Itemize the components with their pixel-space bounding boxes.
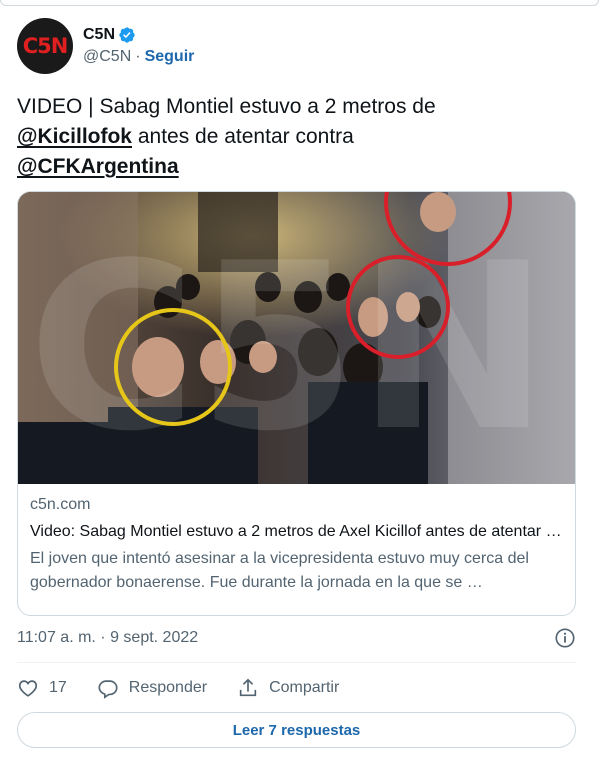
- card-title: Video: Sabag Montiel estuvo a 2 metros d…: [30, 523, 563, 540]
- reply-bubble-icon: [98, 680, 118, 699]
- mention-cfkargentina[interactable]: @CFKArgentina: [17, 155, 179, 178]
- separator-dot: ·: [135, 48, 141, 65]
- action-bar: 17 Responder Compartir: [17, 674, 369, 702]
- reply-label: Responder: [128, 679, 208, 696]
- tweet-text: VIDEO | Sabag Montiel estuvo a 2 metros …: [17, 92, 587, 182]
- share-label: Compartir: [269, 679, 340, 696]
- card-info: c5n.com Video: Sabag Montiel estuvo a 2 …: [18, 484, 575, 607]
- like-count: 17: [49, 679, 67, 696]
- display-name-row: C5N: [83, 26, 194, 44]
- timestamp-row: 11:07 a. m. · 9 sept. 2022: [17, 624, 576, 652]
- heart-icon: [18, 680, 38, 697]
- read-replies-button[interactable]: Leer 7 respuestas: [17, 712, 576, 748]
- card-description: El joven que intentó asesinar a la vicep…: [30, 550, 529, 591]
- mention-kicillofok[interactable]: @Kicillofok: [17, 125, 132, 148]
- divider: [17, 662, 576, 663]
- tweet-header: C5N C5N @C5N · Seguir: [17, 18, 194, 74]
- previous-tweet-border: [0, 0, 599, 6]
- crowd-photo: C5N: [18, 192, 575, 484]
- media-watermark: C5N: [28, 215, 549, 482]
- share-icon: [239, 678, 257, 697]
- display-name[interactable]: C5N: [83, 26, 115, 44]
- info-icon[interactable]: [554, 627, 576, 649]
- share-button[interactable]: Compartir: [237, 677, 339, 699]
- tweet-text-prefix: VIDEO | Sabag Montiel estuvo a 2 metros …: [17, 95, 436, 118]
- card-image[interactable]: C5N: [18, 192, 575, 484]
- verified-badge-icon: [119, 27, 135, 43]
- avatar[interactable]: C5N: [17, 18, 73, 74]
- like-button[interactable]: 17: [17, 677, 67, 699]
- reply-button[interactable]: Responder: [97, 677, 207, 699]
- tweet-text-middle: antes de atentar contra: [137, 125, 354, 148]
- avatar-logo: C5N: [22, 34, 69, 58]
- timestamp[interactable]: 11:07 a. m. · 9 sept. 2022: [17, 629, 198, 647]
- handle-row: @C5N · Seguir: [83, 48, 194, 66]
- author-names: C5N @C5N · Seguir: [83, 26, 194, 66]
- follow-button[interactable]: Seguir: [145, 48, 195, 66]
- handle[interactable]: @C5N: [83, 48, 131, 66]
- card-domain: c5n.com: [30, 496, 91, 513]
- link-card[interactable]: C5N c5n.com Video: Sabag Montiel estuvo …: [17, 191, 576, 616]
